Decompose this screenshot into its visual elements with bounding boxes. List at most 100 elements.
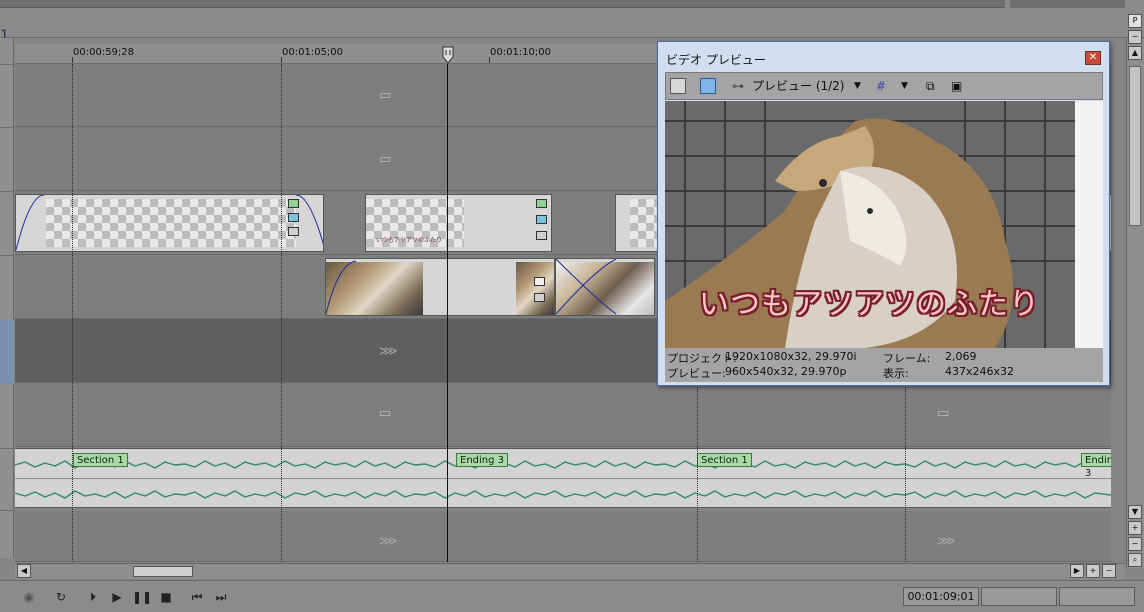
frame-label: フレーム:	[883, 352, 931, 365]
audio-marker[interactable]: Ending 3	[456, 453, 509, 467]
chevron-down-icon[interactable]: ▼	[854, 78, 861, 94]
audio-clip[interactable]: Section 1 Ending 3 Section 1 Ending 3	[15, 448, 1111, 508]
divider	[0, 191, 14, 192]
preview-value: 960x540x32, 29.970p	[725, 365, 847, 378]
scroll-down-arrow-icon[interactable]: ▼	[1128, 505, 1142, 519]
overlay-grid-icon[interactable]: #	[876, 78, 886, 94]
playback-cursor[interactable]	[447, 64, 448, 562]
preview-quality-dropdown[interactable]: プレビュー (1/2)	[752, 78, 845, 94]
divider	[0, 448, 14, 449]
crop-icon[interactable]	[536, 215, 547, 224]
audio-wave-icon: ⋙	[937, 534, 956, 549]
play-icon[interactable]: ▶	[108, 588, 126, 606]
previous-frame-icon[interactable]: ⏮	[188, 588, 206, 606]
divider	[0, 255, 14, 256]
scroll-left-arrow-icon[interactable]: ◀	[17, 564, 31, 578]
preview-window-title: ビデオ プレビュー	[666, 53, 766, 67]
zoom-in-icon[interactable]: +	[1086, 564, 1100, 578]
project-value: 1920x1080x32, 29.970i	[725, 350, 857, 363]
pan-icon[interactable]	[536, 231, 547, 240]
monitor-icon[interactable]	[700, 78, 716, 94]
audio-marker[interactable]: Ending 3	[1081, 453, 1111, 479]
top-toolbar-strip	[0, 0, 1144, 38]
video-clip[interactable]	[555, 258, 655, 316]
preview-device-icon[interactable]: ⊶	[732, 78, 744, 94]
preview-frame: いつもアツアツのふたり	[665, 101, 1103, 348]
fade-envelope	[556, 259, 617, 315]
film-strip-icon: ▭	[379, 406, 392, 421]
film-clip-icon[interactable]	[536, 199, 547, 208]
scroll-right-arrow-icon[interactable]: ▶	[1070, 564, 1084, 578]
audio-marker[interactable]: Section 1	[697, 453, 752, 467]
pan-icon[interactable]	[288, 227, 299, 236]
waveform-right	[15, 490, 1111, 499]
timecode-display: 00:01:09;01	[903, 587, 979, 606]
title-caption: いつもアツアツのふたり	[699, 287, 1040, 322]
copy-snapshot-icon[interactable]: ⧉	[926, 78, 935, 94]
pin-icon[interactable]: P	[1128, 14, 1142, 28]
top-right-tab[interactable]	[1010, 0, 1125, 8]
title-clip[interactable]	[15, 194, 324, 252]
zoom-out-icon[interactable]: −	[1128, 537, 1142, 551]
video-editor-window: 1 00:00:59;28 00:01:05;00 00:01:10;00 ▭ …	[0, 0, 1144, 612]
preview-label: プレビュー:	[667, 367, 726, 380]
transport-bar: ◉ ↻ ⏵ ▶ ❚❚ ■ ⏮ ⏭ 00:01:09;01	[0, 580, 1144, 612]
preview-info-panel: プロジェクト: 1920x1080x32, 29.970i フレーム: 2,06…	[665, 348, 1103, 382]
ruler-tick	[281, 57, 282, 63]
scroll-up-arrow-icon[interactable]: ▲	[1128, 46, 1142, 60]
selection-length-display	[1059, 587, 1135, 606]
display-label: 表示:	[883, 367, 909, 380]
divider	[0, 64, 14, 65]
audio-wave-icon: ⋙	[379, 344, 398, 359]
fade-envelope	[326, 260, 357, 315]
display-value: 437x246x32	[945, 365, 1015, 378]
save-snapshot-icon[interactable]: ▣	[951, 78, 962, 94]
audio-wave-icon: ⋙	[379, 534, 398, 549]
ruler-label: 00:01:05;00	[282, 47, 344, 58]
video-preview-window[interactable]: ビデオ プレビュー ✕ ⊶ プレビュー (1/2) ▼ # ▼ ⧉ ▣ いつもア…	[657, 41, 1110, 386]
preview-toolbar: ⊶ プレビュー (1/2) ▼ # ▼ ⧉ ▣	[665, 72, 1103, 100]
horizontal-scrollbar[interactable]: ◀ ▶ + −	[15, 563, 1125, 579]
crop-icon[interactable]	[288, 213, 299, 222]
film-clip-icon[interactable]	[288, 199, 299, 208]
vertical-scroll-thumb[interactable]	[1129, 66, 1141, 226]
audio-marker[interactable]: Section 1	[73, 453, 128, 467]
marker-line	[281, 64, 282, 562]
zoom-out-icon[interactable]: −	[1128, 30, 1142, 44]
chevron-down-icon[interactable]: ▼	[901, 78, 908, 94]
selected-track-indicator[interactable]	[0, 320, 14, 384]
film-strip-icon: ▭	[379, 152, 392, 167]
zoom-in-icon[interactable]: +	[1128, 521, 1142, 535]
zoom-out-icon[interactable]: −	[1102, 564, 1116, 578]
ruler-tick	[72, 57, 73, 63]
next-frame-icon[interactable]: ⏭	[212, 588, 230, 606]
ruler-label: 00:01:10;00	[490, 47, 552, 58]
record-icon[interactable]: ◉	[20, 588, 38, 606]
track-header-strip	[0, 38, 14, 558]
film-strip-icon: ▭	[379, 88, 392, 103]
loop-icon[interactable]: ↻	[52, 588, 70, 606]
horizontal-scroll-thumb[interactable]	[133, 566, 193, 577]
title-clip[interactable]: いつもアツアツのふたり	[365, 194, 552, 252]
waveform-left	[15, 460, 1111, 469]
ruler-tick	[489, 57, 490, 63]
divider	[0, 510, 14, 511]
divider	[0, 127, 14, 128]
pan-icon[interactable]	[534, 293, 545, 302]
stop-icon[interactable]: ■	[157, 588, 175, 606]
title-clip-text: いつもアツアツのふたり	[376, 237, 443, 244]
playhead-handle-icon[interactable]	[442, 46, 454, 64]
magnifier-icon[interactable]: ⌕	[1128, 553, 1142, 567]
crop-icon[interactable]	[534, 277, 545, 286]
close-icon[interactable]: ✕	[1085, 51, 1101, 65]
frame-value: 2,069	[945, 350, 977, 363]
vertical-scrollbar[interactable]: P − ▲ ▼ + − ⌕	[1126, 14, 1144, 568]
play-from-start-icon[interactable]: ⏵	[84, 588, 102, 606]
audio-channel-divider	[15, 478, 1111, 479]
properties-icon[interactable]	[670, 78, 686, 94]
film-strip-icon: ▭	[937, 406, 950, 421]
video-clip[interactable]	[325, 258, 555, 316]
marker-line	[72, 64, 73, 562]
pause-icon[interactable]: ❚❚	[132, 588, 152, 606]
selection-start-display	[981, 587, 1057, 606]
